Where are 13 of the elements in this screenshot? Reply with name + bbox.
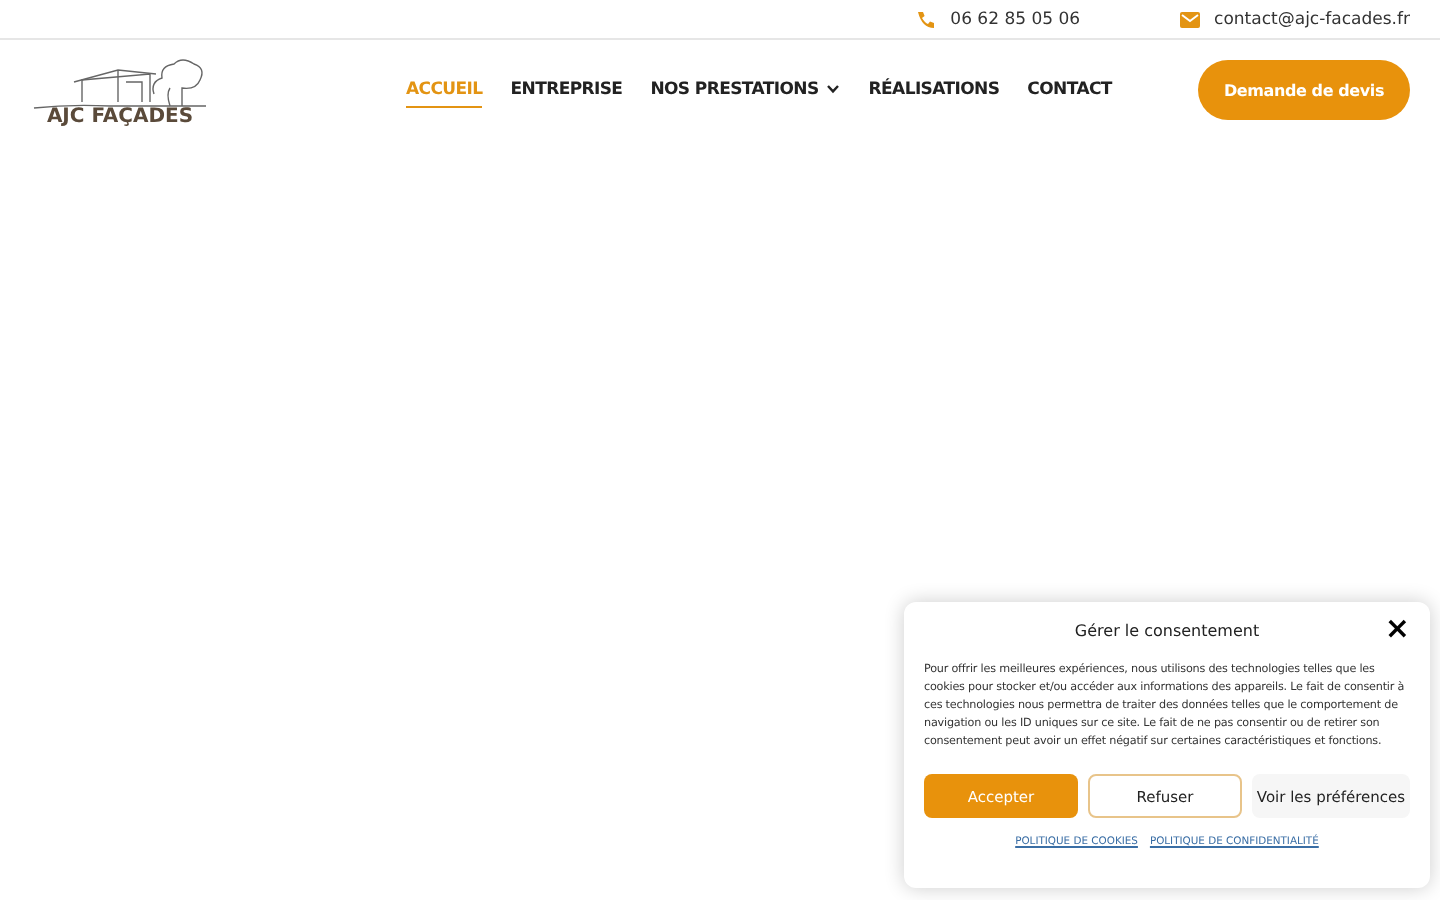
logo[interactable]: AJC FAÇADES (30, 53, 210, 127)
logo-text: AJC FAÇADES (46, 105, 194, 127)
envelope-icon (1180, 11, 1201, 27)
nav-link[interactable]: RÉALISATIONS (868, 73, 1000, 107)
nav-link[interactable]: ENTREPRISE (510, 73, 623, 107)
close-button[interactable]: × (1384, 614, 1410, 644)
email-address[interactable]: contact@ajc-facades.fr (1214, 9, 1410, 29)
nav-link[interactable]: NOS PRESTATIONS (650, 73, 841, 107)
chevron-down-icon (826, 84, 841, 94)
phone-number[interactable]: 06 62 85 05 06 (950, 9, 1081, 29)
phone-icon (916, 9, 937, 29)
dialog-title: Gérer le consentement (1074, 621, 1260, 639)
nav-link[interactable]: CONTACT (1027, 73, 1112, 107)
